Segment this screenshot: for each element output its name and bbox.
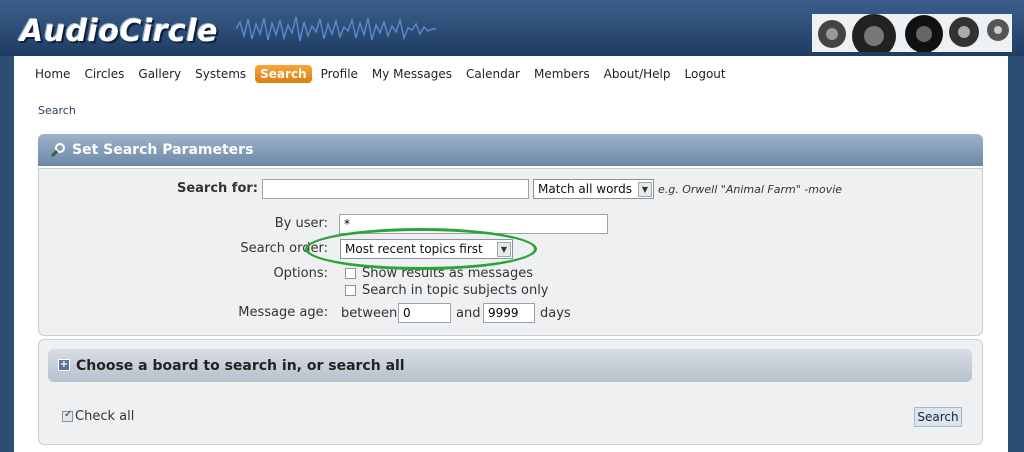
- search-order-label: Search order:: [240, 241, 328, 256]
- options-label: Options:: [273, 266, 328, 281]
- age-between-text: between: [341, 306, 398, 321]
- breadcrumb[interactable]: Search: [38, 104, 76, 117]
- nav-my-messages[interactable]: My Messages: [367, 65, 457, 83]
- chevron-down-icon[interactable]: ▼: [497, 242, 511, 257]
- age-min-input[interactable]: [398, 303, 451, 323]
- nav-gallery[interactable]: Gallery: [133, 65, 186, 83]
- search-order-value: Most recent topics first: [345, 242, 483, 256]
- nav-home[interactable]: Home: [30, 65, 75, 83]
- subjects-only-checkbox[interactable]: [345, 285, 356, 296]
- nav-circles[interactable]: Circles: [79, 65, 129, 83]
- match-mode-value: Match all words: [538, 182, 633, 196]
- search-magnifier-icon: [50, 143, 65, 158]
- age-max-input[interactable]: [483, 303, 535, 323]
- message-age-label: Message age:: [238, 305, 328, 320]
- chevron-down-icon[interactable]: ▼: [638, 182, 652, 197]
- waveform-graphic: [236, 16, 436, 42]
- main-content: Home Circles Gallery Systems Search Prof…: [14, 56, 1008, 452]
- search-for-label: Search for:: [176, 181, 258, 196]
- search-hint: e.g. Orwell "Animal Farm" -movie: [658, 183, 843, 196]
- age-days-text: days: [540, 306, 571, 321]
- site-logo[interactable]: AudioCircle: [20, 14, 218, 49]
- match-mode-select[interactable]: Match all words ▼: [533, 179, 654, 199]
- expand-plus-icon[interactable]: +: [58, 359, 70, 371]
- nav-search[interactable]: Search: [255, 65, 312, 83]
- nav-logout[interactable]: Logout: [680, 65, 731, 83]
- nav-systems[interactable]: Systems: [190, 65, 251, 83]
- search-order-select[interactable]: Most recent topics first ▼: [340, 239, 513, 259]
- age-and-text: and: [456, 306, 481, 321]
- board-select-header[interactable]: + Choose a board to search in, or search…: [48, 349, 972, 382]
- board-select-title: Choose a board to search in, or search a…: [76, 357, 405, 374]
- check-all-checkbox[interactable]: [62, 409, 73, 422]
- by-user-label: By user:: [274, 216, 328, 231]
- speaker-cones-graphic: [812, 14, 1012, 52]
- nav-members[interactable]: Members: [529, 65, 595, 83]
- nav-calendar[interactable]: Calendar: [461, 65, 525, 83]
- check-all-label[interactable]: Check all: [75, 409, 134, 424]
- nav-profile[interactable]: Profile: [316, 65, 363, 83]
- search-for-input[interactable]: [262, 179, 529, 199]
- nav-about-help[interactable]: About/Help: [599, 65, 676, 83]
- main-nav: Home Circles Gallery Systems Search Prof…: [30, 64, 735, 84]
- search-submit-button[interactable]: Search: [914, 407, 962, 427]
- subjects-only-label[interactable]: Search in topic subjects only: [362, 283, 549, 298]
- search-params-title: Set Search Parameters: [72, 142, 254, 158]
- by-user-input[interactable]: [339, 214, 608, 234]
- show-as-messages-label[interactable]: Show results as messages: [362, 266, 533, 281]
- search-params-header: Set Search Parameters: [38, 134, 983, 166]
- show-as-messages-checkbox[interactable]: [345, 268, 356, 279]
- site-header: AudioCircle: [0, 0, 1024, 56]
